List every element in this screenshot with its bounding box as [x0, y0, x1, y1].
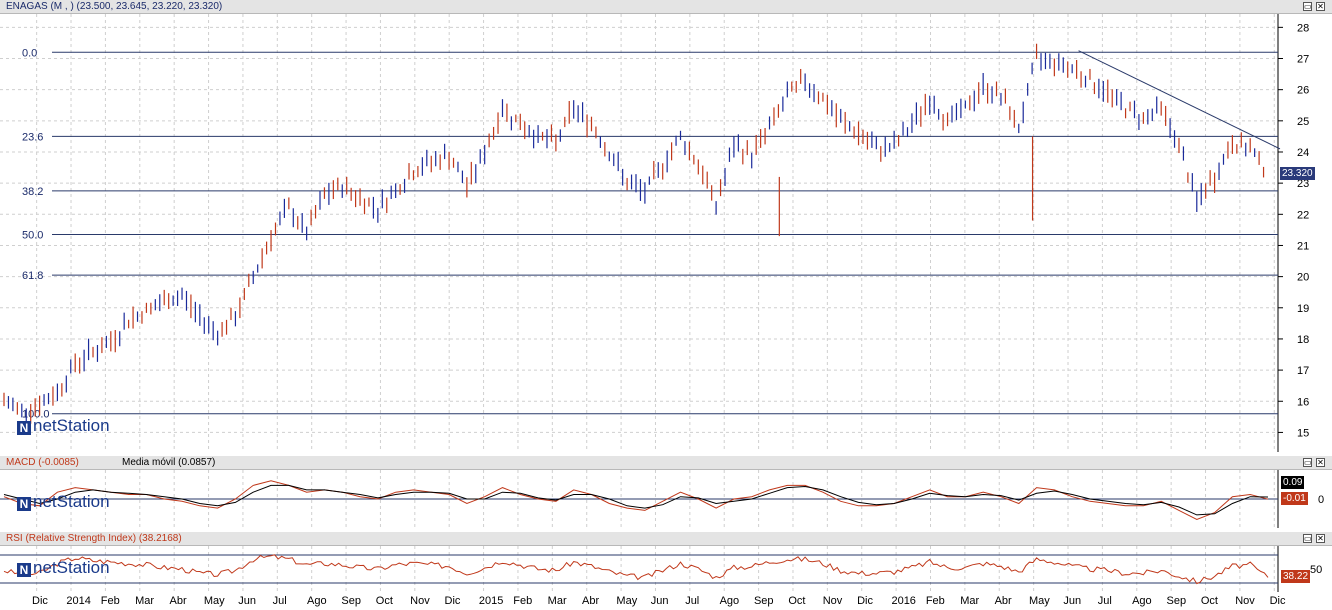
x-axis-label: Jul: [272, 595, 287, 607]
rsi-line: [3, 554, 1269, 585]
x-axis-label: May: [616, 595, 638, 607]
chart-window: ENAGAS (M , ) (23.500, 23.645, 23.220, 2…: [0, 0, 1332, 610]
price-tick-label: 22: [1297, 209, 1309, 221]
logo-text: netStation: [33, 558, 110, 577]
macd-pane-title: MACD (-0.0085): [6, 457, 79, 468]
trend-line: [1078, 50, 1281, 150]
x-axis-label: Ago: [719, 595, 740, 607]
fib-level-label: 38.2: [22, 186, 43, 198]
last-price-badge: 23.320: [1280, 167, 1315, 180]
x-axis-label: Jun: [1063, 595, 1082, 607]
logo-text: netStation: [33, 492, 110, 511]
price-pane-title: ENAGAS (M , ) (23.500, 23.645, 23.220, 2…: [6, 1, 223, 12]
fib-level-label: 50.0: [22, 230, 43, 242]
x-axis-label: 2016: [891, 595, 916, 607]
rsi-value-badge: 38.22: [1281, 570, 1311, 583]
x-axis-label: Mar: [547, 595, 567, 607]
x-axis-label: Oct: [788, 595, 806, 607]
x-axis-label: Nov: [410, 595, 430, 607]
x-axis-label: Oct: [1200, 595, 1218, 607]
macd-value-badge: -0.01: [1281, 492, 1308, 505]
macd-signal-badge: 0.09: [1281, 476, 1305, 489]
price-tick-label: 20: [1297, 272, 1309, 284]
x-axis-label: Jun: [238, 595, 257, 607]
x-axis-label: Mar: [135, 595, 155, 607]
x-axis-label: Sep: [341, 595, 361, 607]
x-axis-label: Jul: [685, 595, 700, 607]
logo-mark: N: [17, 497, 31, 511]
x-axis-label: Oct: [375, 595, 393, 607]
price-pane-header: ENAGAS (M , ) (23.500, 23.645, 23.220, 2…: [0, 0, 1332, 14]
price-tick-label: 28: [1297, 22, 1309, 34]
fib-level-label: 23.6: [22, 131, 43, 143]
fib-level-label: 61.8: [22, 270, 43, 282]
x-axis-label: Abr: [994, 595, 1012, 607]
macd-pane-subtitle: Media móvil (0.0857): [122, 457, 216, 468]
x-axis-label: Dic: [857, 595, 873, 607]
x-axis-label: Mar: [960, 595, 980, 607]
rsi-tick-label: 50: [1310, 564, 1322, 576]
x-axis-label: Feb: [513, 595, 533, 607]
x-axis-label: 2014: [66, 595, 91, 607]
logo-mark: N: [17, 563, 31, 577]
rsi-pane: RSI (Relative Strength Index) (38.2168) …: [0, 532, 1332, 592]
price-tick-label: 21: [1297, 240, 1309, 252]
price-tick-label: 26: [1297, 85, 1309, 97]
x-axis-label: Nov: [1235, 595, 1255, 607]
x-axis-label: 2015: [478, 595, 504, 607]
price-tick-label: 19: [1297, 303, 1309, 315]
macd-pane-header: MACD (-0.0085) Media móvil (0.0857) ▭ ✕: [0, 456, 1332, 470]
logo-mark: N: [17, 421, 31, 435]
close-icon[interactable]: ✕: [1316, 458, 1325, 467]
logo: NnetStation: [17, 492, 110, 512]
x-axis-label: Jun: [650, 595, 669, 607]
x-axis-label: May: [1028, 595, 1050, 607]
price-tick-label: 24: [1297, 147, 1309, 159]
close-icon[interactable]: ✕: [1316, 2, 1325, 11]
restore-icon[interactable]: ▭: [1303, 2, 1312, 11]
x-axis-label: Nov: [822, 595, 843, 607]
rsi-pane-header: RSI (Relative Strength Index) (38.2168) …: [0, 532, 1332, 546]
price-pane: ENAGAS (M , ) (23.500, 23.645, 23.220, 2…: [0, 0, 1332, 452]
price-tick-label: 25: [1297, 116, 1309, 128]
restore-icon[interactable]: ▭: [1303, 534, 1312, 543]
x-axis-label: Dic: [444, 595, 461, 607]
x-axis-label: Jul: [1097, 595, 1112, 607]
price-tick-label: 16: [1297, 396, 1309, 408]
fib-level-label: 0.0: [22, 47, 37, 59]
x-axis-label: Sep: [753, 595, 774, 607]
logo: NnetStation: [17, 416, 110, 436]
x-axis-label: Feb: [925, 595, 945, 607]
x-axis-label: Abr: [169, 595, 187, 607]
x-axis-label: May: [203, 595, 225, 607]
rsi-pane-title: RSI (Relative Strength Index) (38.2168): [6, 533, 182, 544]
macd-pane: MACD (-0.0085) Media móvil (0.0857) ▭ ✕ …: [0, 456, 1332, 528]
price-tick-label: 18: [1297, 334, 1309, 346]
x-axis-label: Feb: [100, 595, 120, 607]
macd-line: [3, 480, 1269, 521]
price-tick-label: 15: [1297, 427, 1309, 439]
macd-signal-line: [3, 484, 1269, 516]
macd-chart: 0: [0, 470, 1324, 528]
logo: NnetStation: [17, 558, 110, 578]
restore-icon[interactable]: ▭: [1303, 458, 1312, 467]
price-tick-label: 27: [1297, 54, 1309, 66]
price-chart: 15161718192021222324252627280.023.638.25…: [0, 14, 1309, 452]
x-axis-label: Sep: [1166, 595, 1187, 607]
macd-tick-label: 0: [1318, 494, 1324, 506]
x-axis-label: Dic: [32, 595, 48, 607]
x-axis-label: Abr: [582, 595, 600, 607]
price-tick-label: 17: [1297, 365, 1309, 377]
rsi-chart: 50: [0, 546, 1322, 592]
x-axis-label: Ago: [307, 595, 327, 607]
close-icon[interactable]: ✕: [1316, 534, 1325, 543]
x-axis-label: Dic: [1269, 595, 1286, 607]
logo-text: netStation: [33, 416, 110, 435]
x-axis-label: Ago: [1132, 595, 1152, 607]
